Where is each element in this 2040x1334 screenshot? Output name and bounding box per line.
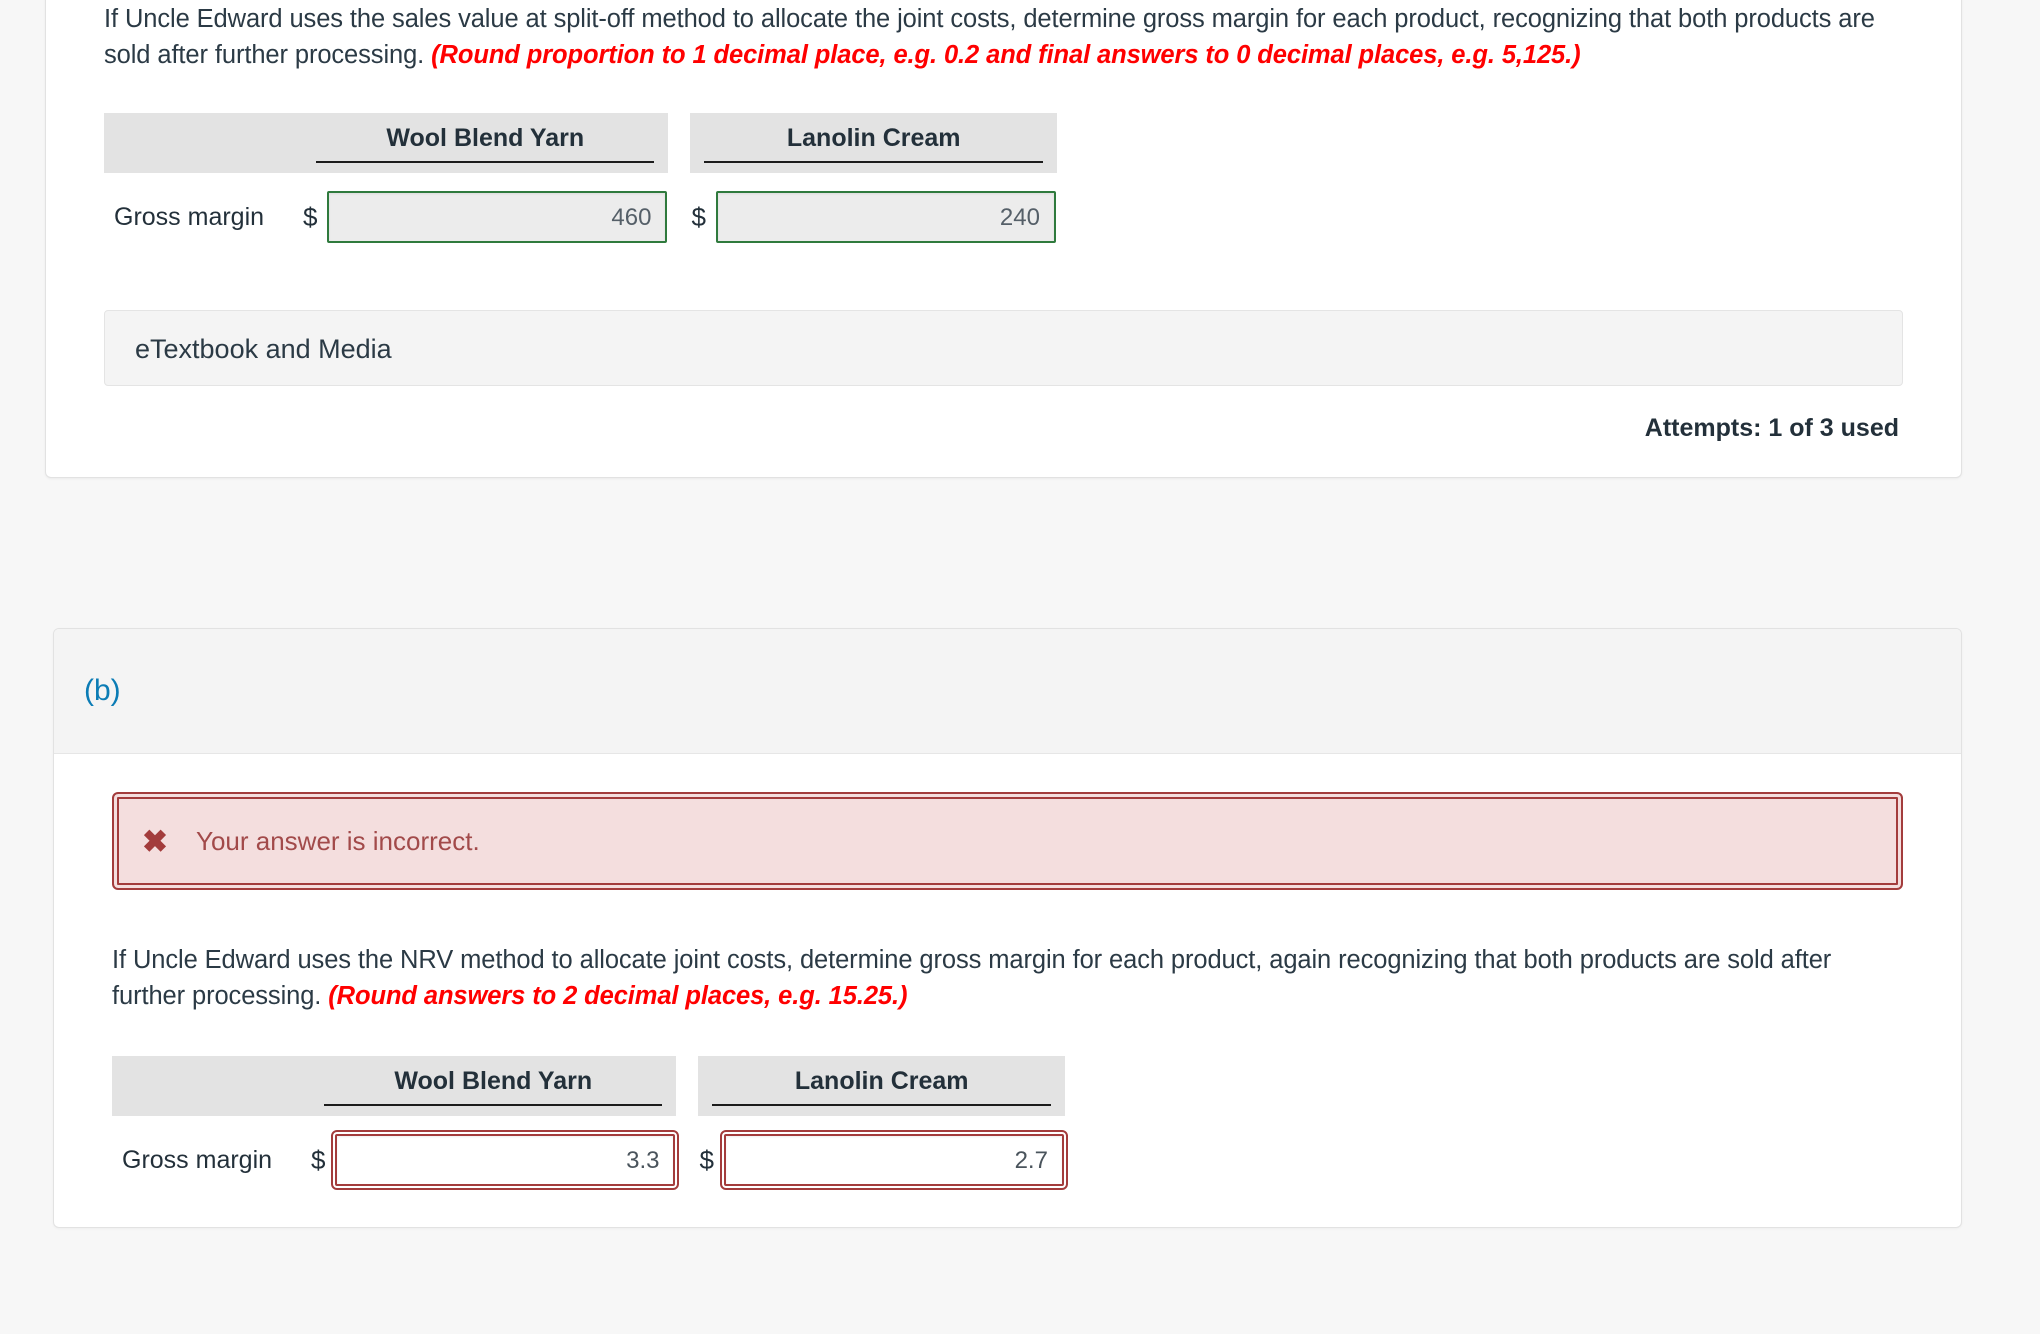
incorrect-answer-alert: ✖ Your answer is incorrect.	[112, 792, 1903, 890]
header-gap	[676, 1056, 698, 1116]
column-header-label: Lanolin Cream	[794, 1067, 969, 1096]
part-b-header: (b)	[54, 629, 1961, 754]
cell-lanolin-cream: $ 240	[690, 173, 1056, 244]
answer-table-a: Wool Blend Yarn Lanolin Cream Gross marg…	[104, 113, 1057, 244]
header-gap	[668, 113, 690, 173]
currency-symbol: $	[303, 201, 318, 232]
page-root: If Uncle Edward uses the sales value at …	[0, 0, 2040, 1334]
table-header-row: Wool Blend Yarn Lanolin Cream	[112, 1056, 1065, 1117]
column-header-label: Wool Blend Yarn	[386, 124, 585, 153]
column-header-label: Lanolin Cream	[786, 124, 961, 153]
currency-symbol: $	[691, 201, 706, 232]
header-underline	[712, 1104, 1051, 1107]
header-empty-cell	[112, 1056, 310, 1117]
part-label-b: (b)	[84, 674, 121, 707]
header-underline	[324, 1104, 663, 1107]
page-gutter	[0, 0, 40, 1334]
x-mark-icon: ✖	[142, 823, 168, 859]
column-header-lanolin-cream: Lanolin Cream	[690, 113, 1057, 174]
column-header-label: Wool Blend Yarn	[394, 1067, 593, 1096]
header-underline	[704, 161, 1043, 164]
question-card-b: (b) ✖ Your answer is incorrect. If Uncle…	[53, 628, 1962, 1229]
table-row: Gross margin $ 3.3 $ 2.7	[112, 1116, 1068, 1191]
question-b-hint: (Round answers to 2 decimal places, e.g.…	[328, 982, 908, 1011]
header-underline	[316, 161, 655, 164]
column-header-wool-blend-yarn: Wool Blend Yarn	[310, 1056, 677, 1117]
question-a-text: If Uncle Edward uses the sales value at …	[104, 1, 1903, 73]
row-label-gross-margin: Gross margin	[122, 1145, 273, 1174]
gross-margin-input-wool-blend-yarn[interactable]: 460	[327, 191, 668, 244]
question-a-hint: (Round proportion to 1 decimal place, e.…	[431, 41, 1581, 70]
gross-margin-input-lanolin-cream[interactable]: 240	[715, 191, 1056, 244]
question-b-text: If Uncle Edward uses the NRV method to a…	[112, 942, 1903, 1014]
row-gap	[676, 1116, 698, 1187]
cell-wool-blend-yarn: $ 460	[302, 173, 668, 244]
column-header-wool-blend-yarn: Wool Blend Yarn	[302, 113, 669, 174]
column-header-lanolin-cream: Lanolin Cream	[698, 1056, 1065, 1117]
gross-margin-input-lanolin-cream[interactable]: 2.7	[719, 1130, 1068, 1191]
cell-wool-blend-yarn: $ 3.3	[310, 1116, 680, 1191]
table-header-row: Wool Blend Yarn Lanolin Cream	[104, 113, 1057, 174]
alert-message: Your answer is incorrect.	[195, 825, 480, 856]
header-empty-cell	[104, 113, 302, 174]
row-label-gross-margin: Gross margin	[114, 202, 265, 231]
cell-lanolin-cream: $ 2.7	[698, 1116, 1068, 1191]
row-gap	[668, 173, 690, 244]
attempts-status: Attempts: 1 of 3 used	[1644, 414, 1899, 443]
currency-symbol: $	[311, 1144, 326, 1175]
etextbook-and-media-button[interactable]: eTextbook and Media	[104, 310, 1903, 387]
table-row: Gross margin $ 460 $ 240	[104, 173, 1057, 244]
answer-table-b: Wool Blend Yarn Lanolin Cream Gross marg…	[112, 1056, 1068, 1191]
question-card-a: If Uncle Edward uses the sales value at …	[45, 0, 1962, 479]
currency-symbol: $	[699, 1144, 714, 1175]
gross-margin-input-wool-blend-yarn[interactable]: 3.3	[331, 1130, 680, 1191]
